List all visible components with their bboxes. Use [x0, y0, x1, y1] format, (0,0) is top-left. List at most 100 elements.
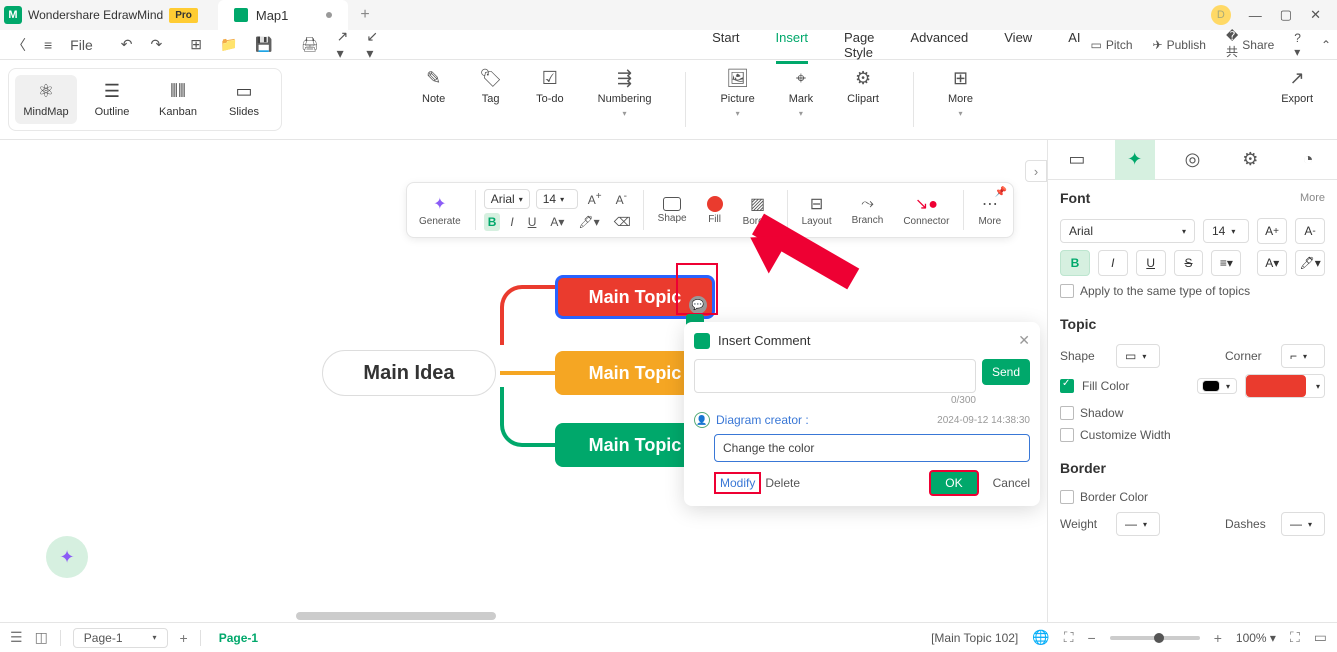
customize-width-checkbox[interactable]	[1060, 428, 1074, 442]
language-icon[interactable]: 🌐	[1032, 629, 1049, 646]
shape-button[interactable]: Shape	[652, 197, 693, 224]
insert-mark[interactable]: ⌖Mark▾	[789, 68, 813, 131]
publish-button[interactable]: ✈ Publish	[1153, 38, 1206, 52]
export-dropdown[interactable]: ↗ ▾	[333, 28, 353, 62]
corner-select[interactable]: ⌐ ▾	[1281, 344, 1325, 368]
back-button[interactable]: 〈	[8, 35, 30, 55]
user-avatar[interactable]: D	[1211, 5, 1231, 25]
panel-align-button[interactable]: ≡▾	[1211, 250, 1241, 276]
pitch-button[interactable]: ▭ Pitch	[1091, 38, 1133, 52]
panel-strike-button[interactable]: S	[1174, 250, 1204, 276]
document-tab[interactable]: Map1	[218, 0, 349, 30]
save-button[interactable]: 💾	[251, 36, 276, 53]
zoom-slider[interactable]	[1110, 636, 1200, 640]
viewmode-kanban[interactable]: ⦀⦀Kanban	[147, 75, 209, 124]
close-button[interactable]: ✕	[1310, 7, 1321, 23]
branch-button[interactable]: ⤳Branch	[846, 195, 890, 226]
fill-pattern-select[interactable]: ▾	[1197, 378, 1237, 394]
menu-button[interactable]: ≡	[40, 37, 56, 53]
fill-color-select[interactable]: ▾	[1245, 374, 1325, 398]
apply-same-checkbox[interactable]	[1060, 284, 1074, 298]
ok-button[interactable]: OK	[929, 470, 978, 496]
panel-highlight-button[interactable]: 🖊▾	[1295, 250, 1325, 276]
comment-text-input[interactable]: Change the color	[714, 434, 1030, 462]
add-tab-button[interactable]: +	[360, 6, 369, 24]
tab-ai[interactable]: AI	[1068, 26, 1080, 64]
layout-button[interactable]: ⊟Layout	[796, 194, 838, 227]
dashes-select[interactable]: — ▾	[1281, 512, 1325, 536]
fullscreen-icon[interactable]: ⛶	[1290, 629, 1300, 646]
panel-tab-settings[interactable]: ⚙	[1230, 140, 1270, 180]
clear-format-button[interactable]: ⌫	[610, 213, 635, 231]
zoom-out-button[interactable]: −	[1088, 630, 1096, 646]
expand-panel-button[interactable]: ›	[1025, 160, 1047, 182]
open-button[interactable]: 📁	[216, 36, 241, 53]
help-button[interactable]: ? ▾	[1294, 31, 1301, 59]
panel-font-size-select[interactable]: 14▾	[1203, 219, 1249, 243]
font-color-button[interactable]: A▾	[546, 213, 568, 231]
maximize-button[interactable]: ▢	[1280, 7, 1292, 23]
collapse-ribbon-button[interactable]: ⌃	[1321, 38, 1331, 52]
underline-button[interactable]: U	[524, 213, 541, 231]
comment-input[interactable]	[694, 359, 976, 393]
more-format-button[interactable]: ⋯More	[972, 194, 1007, 227]
font-size-select[interactable]: 14▾	[536, 189, 578, 209]
outline-toggle-icon[interactable]: ☰	[10, 629, 23, 646]
insert-tag[interactable]: 🏷Tag	[479, 68, 502, 131]
redo-button[interactable]: ↷	[146, 36, 166, 53]
bold-button[interactable]: B	[484, 213, 501, 231]
shadow-checkbox[interactable]	[1060, 406, 1074, 420]
insert-note[interactable]: ✎Note	[422, 68, 445, 131]
zoom-in-button[interactable]: +	[1214, 630, 1222, 646]
horizontal-scrollbar[interactable]	[296, 612, 496, 620]
insert-clipart[interactable]: ⚙Clipart	[847, 68, 879, 131]
connector-button[interactable]: ↘●Connector	[897, 194, 955, 227]
ai-generate-button[interactable]: ✦ Generate	[413, 194, 467, 227]
print-button[interactable]: 🖨	[297, 36, 323, 53]
ai-assistant-button[interactable]: ✦	[46, 536, 88, 578]
page-tab-1[interactable]: Page-1	[213, 631, 264, 645]
border-color-checkbox[interactable]	[1060, 490, 1074, 504]
panel-bold-button[interactable]: B	[1060, 250, 1090, 276]
viewmode-mindmap[interactable]: ⚛MindMap	[15, 75, 77, 124]
undo-button[interactable]: ↶	[117, 36, 137, 53]
viewmode-slides[interactable]: ▭Slides	[213, 75, 275, 124]
insert-more[interactable]: ⊞More▾	[948, 68, 973, 131]
panel-tab-style[interactable]: ✦	[1115, 140, 1155, 180]
insert-numbering[interactable]: ⇶Numbering▾	[598, 68, 652, 131]
decrease-font-button[interactable]: A-	[612, 189, 631, 209]
new-button[interactable]: ⊞	[186, 36, 206, 53]
zoom-value[interactable]: 100% ▾	[1236, 631, 1276, 645]
panel-font-family-select[interactable]: Arial▾	[1060, 219, 1195, 243]
tab-view[interactable]: View	[1004, 26, 1032, 64]
fill-color-checkbox[interactable]	[1060, 379, 1074, 393]
viewmode-outline[interactable]: ☰Outline	[81, 75, 143, 124]
panes-icon[interactable]: ◫	[35, 629, 48, 646]
shape-select[interactable]: ▭ ▾	[1116, 344, 1160, 368]
highlight-button[interactable]: 🖊▾	[574, 213, 603, 231]
minimize-button[interactable]: —	[1249, 8, 1262, 23]
fill-button[interactable]: Fill	[701, 196, 729, 225]
font-family-select[interactable]: Arial▾	[484, 189, 530, 209]
send-button[interactable]: Send	[982, 359, 1030, 385]
tab-advanced[interactable]: Advanced	[910, 26, 968, 64]
panel-tab-location[interactable]: ◎	[1172, 140, 1212, 180]
popup-close-button[interactable]: ✕	[1018, 332, 1030, 349]
panel-increase-font[interactable]: A+	[1257, 218, 1287, 244]
file-menu[interactable]: File	[66, 37, 97, 53]
panel-decrease-font[interactable]: A-	[1295, 218, 1325, 244]
insert-picture[interactable]: 🖼Picture▾	[720, 68, 754, 131]
canvas[interactable]: 📌 ✦ Generate Arial▾ 14▾ A+ A- B I U A▾	[0, 140, 1047, 622]
tab-page-style[interactable]: Page Style	[844, 26, 874, 64]
page-selector[interactable]: Page-1▾	[73, 628, 168, 648]
present-icon[interactable]: ▭	[1314, 629, 1327, 646]
panel-tab-time[interactable]: ◔	[1288, 140, 1328, 180]
share-button[interactable]: �共 Share	[1226, 29, 1274, 60]
panel-tab-shape[interactable]: ▭	[1057, 140, 1097, 180]
italic-button[interactable]: I	[506, 213, 517, 231]
cancel-button[interactable]: Cancel	[993, 476, 1030, 490]
add-page-button[interactable]: +	[180, 630, 188, 646]
export-button[interactable]: ↗ Export	[1281, 68, 1329, 131]
weight-select[interactable]: — ▾	[1116, 512, 1160, 536]
panel-font-color-button[interactable]: A▾	[1257, 250, 1287, 276]
